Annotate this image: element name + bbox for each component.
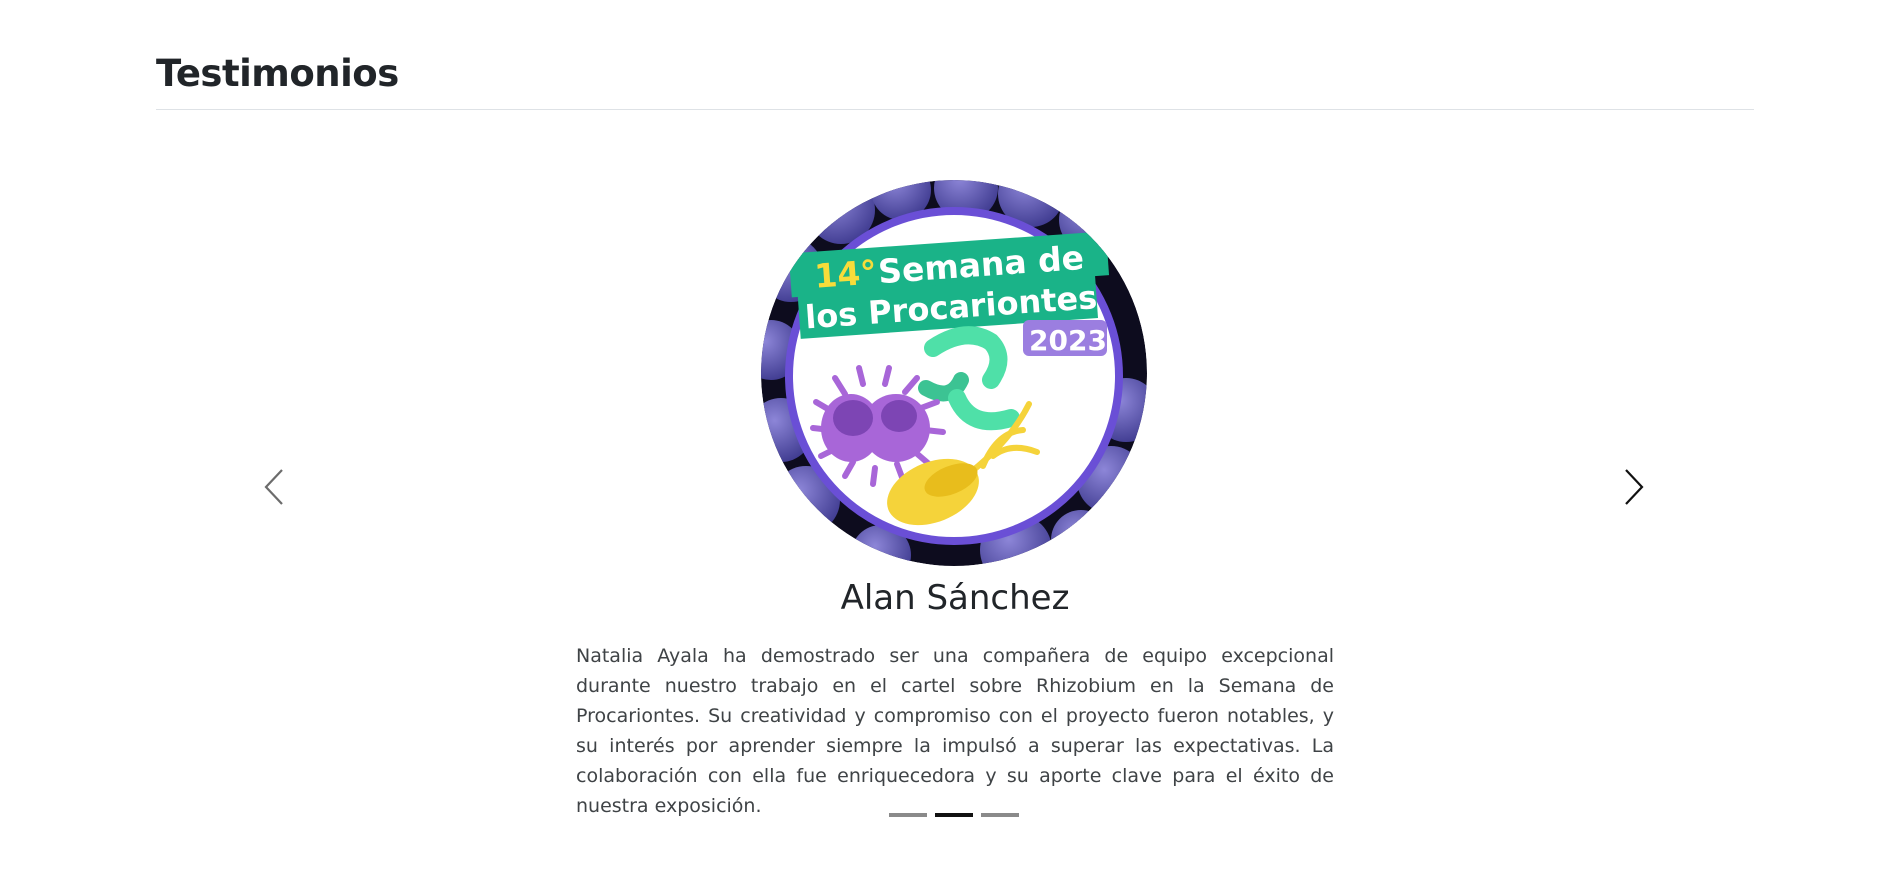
chevron-right-icon <box>1625 469 1644 505</box>
carousel-indicator-2[interactable] <box>935 813 973 817</box>
chevron-left-icon <box>264 469 283 505</box>
testimonials-section: Testimonios 14° Semana de los Procariont… <box>156 0 1754 894</box>
section-title: Testimonios <box>156 52 399 95</box>
carousel-next-button[interactable] <box>1614 462 1654 512</box>
carousel-prev-button[interactable] <box>254 462 294 512</box>
carousel-indicator-1[interactable] <box>889 813 927 817</box>
testimonial-author: Alan Sánchez <box>840 578 1070 618</box>
testimonial-avatar: 14° Semana de los Procariontes 2023 <box>761 180 1147 566</box>
testimonials-carousel: 14° Semana de los Procariontes 2023 Alan… <box>156 140 1754 840</box>
title-divider <box>156 109 1754 110</box>
testimonial-quote: Natalia Ayala ha demostrado ser una comp… <box>576 645 1334 817</box>
badge-number: 14° <box>813 252 878 295</box>
carousel-indicator-3[interactable] <box>981 813 1019 817</box>
carousel-indicators <box>889 813 1019 817</box>
semana-procariontes-badge: 14° Semana de los Procariontes 2023 <box>761 180 1147 566</box>
badge-year: 2023 <box>1029 324 1107 357</box>
